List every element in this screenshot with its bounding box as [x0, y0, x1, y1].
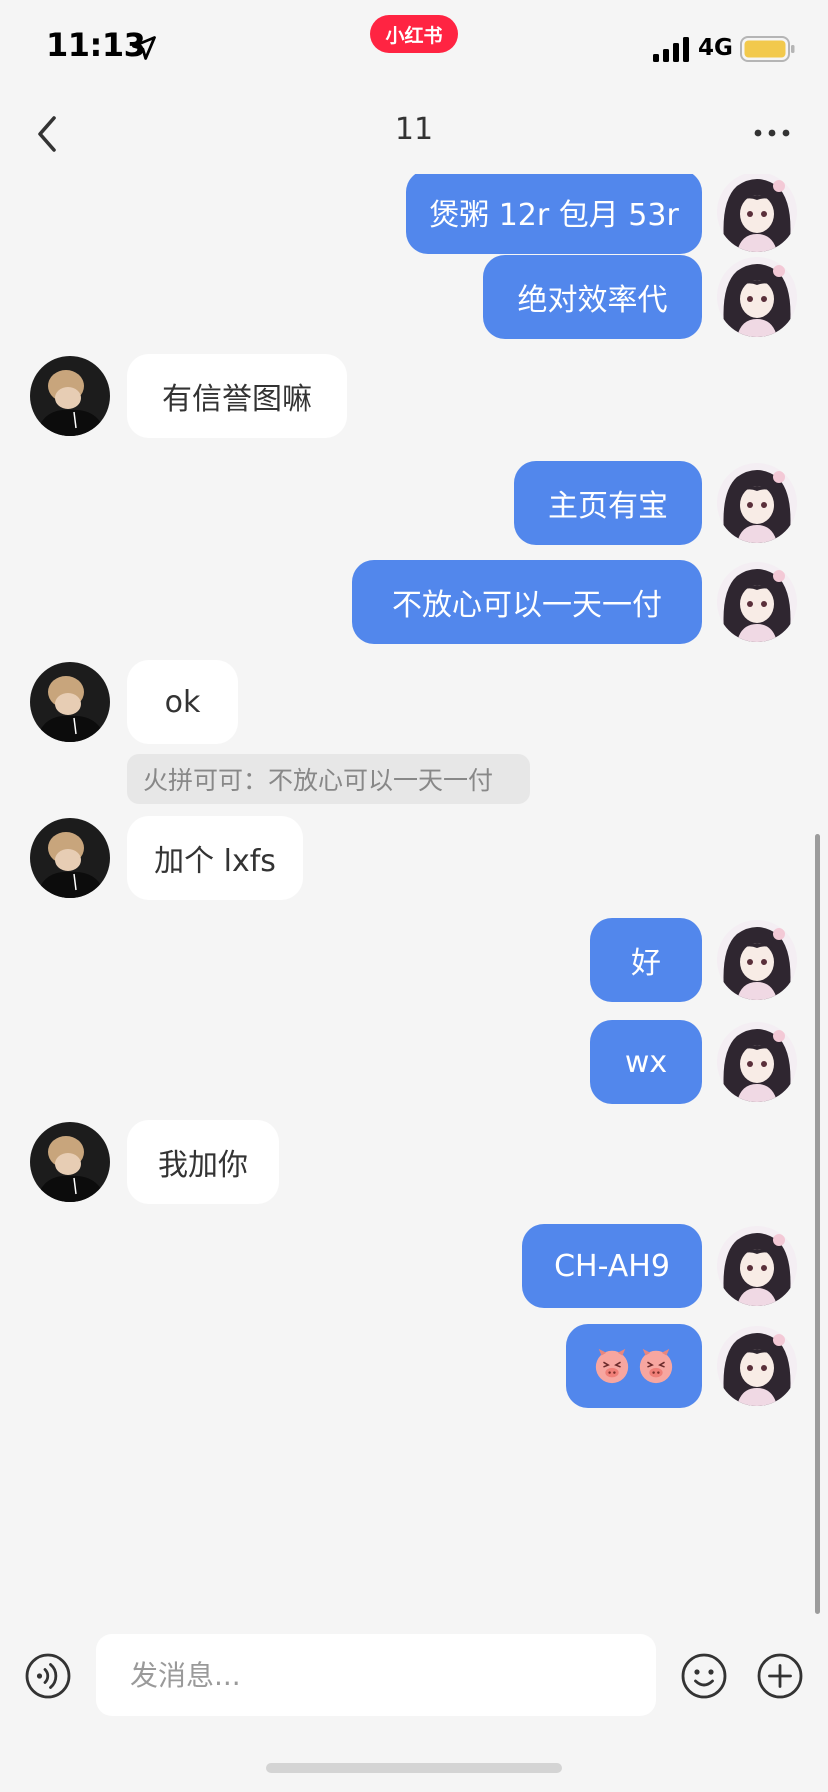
network-label: 4G — [698, 35, 733, 61]
chat-title: 11 — [394, 112, 434, 147]
message-text: 绝对效率代 — [517, 283, 668, 318]
sent-message-bubble[interactable]: CH-AH9 — [522, 1224, 702, 1308]
plus-circle-icon[interactable] — [756, 1652, 804, 1700]
scrollbar[interactable] — [815, 834, 820, 1614]
my-avatar[interactable] — [717, 562, 797, 642]
my-avatar[interactable] — [717, 1022, 797, 1102]
message-text: 有信誉图嘛 — [162, 382, 312, 417]
sent-message-bubble[interactable] — [566, 1324, 702, 1408]
received-message-bubble[interactable]: 有信誉图嘛 — [127, 354, 347, 438]
input-bar — [0, 1622, 828, 1732]
received-message-bubble[interactable]: 加个 lxfs — [127, 816, 303, 900]
message-text: 煲粥 12r 包月 53r — [429, 198, 679, 233]
contact-avatar[interactable] — [30, 662, 110, 742]
message-text: 加个 lxfs — [154, 844, 276, 879]
contact-avatar[interactable] — [30, 1122, 110, 1202]
message-text: 主页有宝 — [548, 489, 668, 524]
voice-icon[interactable] — [24, 1652, 72, 1700]
quoted-reply[interactable]: 火拼可可：不放心可以一天一付 — [127, 754, 530, 804]
message-text: 我加你 — [158, 1148, 248, 1183]
my-avatar[interactable] — [717, 463, 797, 543]
received-message-bubble[interactable]: ok — [127, 660, 238, 744]
signal-icon — [653, 37, 689, 62]
quoted-reply-text: 火拼可可：不放心可以一天一付 — [143, 766, 494, 795]
received-message-bubble[interactable]: 我加你 — [127, 1120, 279, 1204]
smiley-icon[interactable] — [680, 1652, 728, 1700]
more-dots-icon[interactable] — [752, 118, 792, 148]
my-avatar[interactable] — [717, 257, 797, 337]
location-arrow-icon — [132, 36, 156, 60]
nav-bar: 11 — [0, 96, 828, 176]
sent-message-bubble[interactable]: 主页有宝 — [514, 461, 702, 545]
sent-message-bubble[interactable]: 绝对效率代 — [483, 255, 702, 339]
sent-message-bubble[interactable]: 不放心可以一天一付 — [352, 560, 702, 644]
message-text: ok — [164, 684, 201, 720]
message-text: CH-AH9 — [554, 1248, 670, 1284]
my-avatar[interactable] — [717, 920, 797, 1000]
status-bar: 11:13 小红书 4G — [0, 0, 828, 96]
chevron-left-icon[interactable] — [30, 112, 64, 156]
pig-emoji-icon — [639, 1348, 673, 1384]
pig-emoji-icon — [595, 1348, 629, 1384]
message-list[interactable]: 煲粥 12r 包月 53r 绝对效率代有信誉图嘛主页有宝不放心可以一天一付 ok 火拼… — [0, 174, 828, 1634]
message-text: wx — [624, 1044, 668, 1080]
sent-message-bubble[interactable]: wx — [590, 1020, 702, 1104]
contact-avatar[interactable] — [30, 356, 110, 436]
sent-message-bubble[interactable]: 煲粥 12r 包月 53r — [406, 174, 702, 254]
message-text: 不放心可以一天一付 — [392, 588, 662, 623]
app-badge: 小红书 — [370, 15, 458, 53]
contact-avatar[interactable] — [30, 818, 110, 898]
message-text: 好 — [631, 946, 661, 981]
battery-icon — [740, 36, 795, 62]
chat-screen: 11:13 小红书 4G 11 煲粥 12r 包月 53r 绝对效率代有信誉图嘛… — [0, 0, 828, 1792]
message-input[interactable] — [96, 1634, 656, 1716]
my-avatar[interactable] — [717, 1326, 797, 1406]
home-indicator — [266, 1763, 562, 1773]
my-avatar[interactable] — [717, 1226, 797, 1306]
my-avatar[interactable] — [717, 174, 797, 252]
sent-message-bubble[interactable]: 好 — [590, 918, 702, 1002]
